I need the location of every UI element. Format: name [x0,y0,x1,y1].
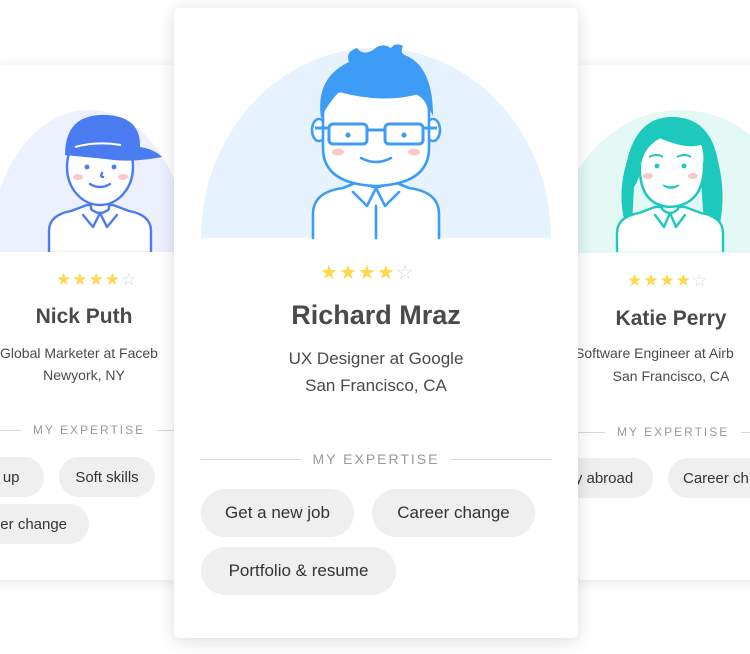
mentor-name: Katie Perry [615,307,727,330]
expertise-tag[interactable]: y abroad [575,458,653,498]
star-empty-icon: ☆ [121,270,138,289]
avatar [615,117,725,253]
star-filled-icon: ★ [675,271,692,290]
star-empty-icon: ☆ [692,271,709,290]
expertise-tag[interactable]: t up [0,457,44,497]
star-rating: ★★★★☆ [627,271,708,291]
mentor-location: San Francisco, CA [305,376,447,395]
star-filled-icon: ★ [357,262,377,284]
star-filled-icon: ★ [376,262,396,284]
expertise-label: MY EXPERTISE [617,425,730,439]
star-filled-icon: ★ [88,270,105,289]
mentor-card-richard-mraz[interactable]: ★★★★☆ Richard Mraz UX Designer at Google… [174,8,578,638]
mentor-name: Richard Mraz [291,300,461,330]
star-empty-icon: ☆ [395,262,415,284]
avatar [47,114,162,253]
mentor-role: Global Marketer at Faceb [0,345,158,361]
expertise-label: MY EXPERTISE [32,423,146,437]
mentor-role: UX Designer at Google [288,349,464,368]
expertise-divider: MY EXPERTISE [575,425,750,439]
expertise-divider: MY EXPERTISE [0,423,178,437]
mentor-name: Nick Puth [35,305,133,328]
tag-portfolio-resume[interactable]: Portfolio & resume [201,547,396,595]
expertise-divider: MY EXPERTISE [201,451,551,467]
star-filled-icon: ★ [643,271,660,290]
tag-career-change[interactable]: Career change [372,489,535,537]
star-filled-icon: ★ [72,270,89,289]
mentor-location: San Francisco, CA [612,368,730,384]
star-filled-icon: ★ [659,271,676,290]
star-filled-icon: ★ [627,271,644,290]
expertise-tag[interactable]: Career ch [668,458,750,498]
mentor-card-nick-puth[interactable]: ★★★★☆ Nick Puth Global Marketer at Faceb… [0,65,178,580]
mentor-card-katie-perry[interactable]: ★★★★☆ Katie Perry Software Engineer at A… [575,65,750,580]
expertise-label: MY EXPERTISE [312,451,440,467]
mentor-role: Software Engineer at Airb [575,345,734,361]
star-rating: ★★★★☆ [56,270,137,290]
mentor-location: Newyork, NY [43,367,125,383]
star-filled-icon: ★ [56,270,73,289]
expertise-tag[interactable]: eer change [0,504,89,544]
tag-get-a-new-job[interactable]: Get a new job [201,489,354,537]
avatar [310,44,442,240]
star-filled-icon: ★ [338,262,358,284]
star-filled-icon: ★ [320,262,339,284]
star-filled-icon: ★ [104,270,121,289]
expertise-tag[interactable]: Soft skills [59,457,155,497]
star-rating: ★★★★☆ [320,260,415,285]
